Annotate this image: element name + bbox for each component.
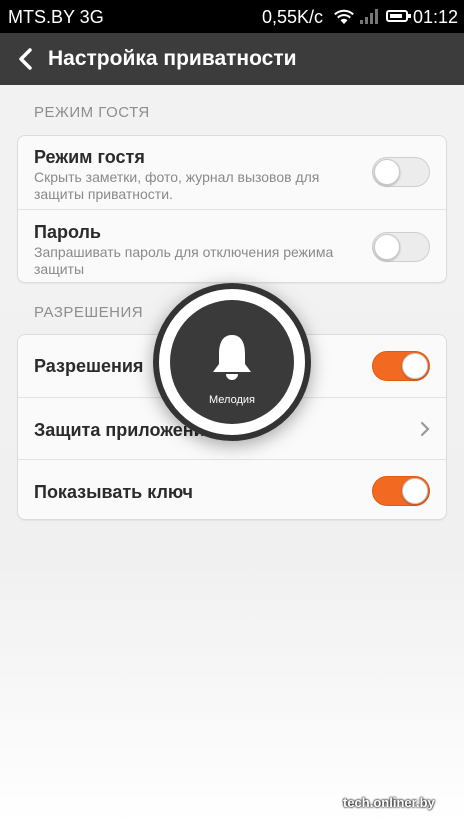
toggle-knob (402, 353, 428, 379)
network-speed: 0,55K/c (262, 7, 324, 27)
guest-mode-card: Режим гостя Скрыть заметки, фото, журнал… (17, 135, 447, 283)
wifi-icon (333, 9, 355, 30)
toggle-knob (374, 159, 400, 185)
show-key-toggle[interactable] (372, 476, 430, 506)
page-title: Настройка приватности (48, 47, 297, 70)
watermark: tech.onliner.by (343, 795, 435, 810)
setting-row-guest-mode[interactable]: Режим гостя Скрыть заметки, фото, журнал… (18, 136, 446, 209)
bell-icon (213, 335, 251, 380)
setting-title: Режим гостя (34, 147, 145, 167)
status-bar: MTS.BY 3G 0,55K/c 01:12 (0, 0, 464, 33)
chevron-right-icon (420, 421, 430, 437)
setting-subtitle: Скрыть заметки, фото, журнал вызовов для… (34, 169, 320, 202)
setting-title: Показывать ключ (34, 482, 194, 502)
toggle-knob (374, 234, 400, 260)
guest-mode-toggle[interactable] (372, 157, 430, 187)
back-button[interactable] (10, 41, 44, 77)
chevron-left-icon (19, 48, 32, 70)
setting-title: Разрешения (34, 356, 144, 376)
setting-title: Пароль (34, 222, 101, 242)
section-header-permissions: РАЗРЕШЕНИЯ (34, 304, 144, 321)
section-header-guest-mode: РЕЖИМ ГОСТЯ (34, 104, 150, 121)
setting-row-password[interactable]: Пароль Запрашивать пароль для отключения… (18, 209, 446, 283)
app-bar: Настройка приватности (0, 33, 464, 85)
password-toggle[interactable] (372, 232, 430, 262)
clock: 01:12 (413, 7, 459, 27)
signal-icon (360, 8, 380, 29)
carrier-label: MTS.BY 3G (8, 7, 104, 27)
toggle-knob (402, 478, 428, 504)
setting-row-show-key[interactable]: Показывать ключ (18, 459, 446, 522)
battery-icon (386, 10, 411, 22)
sound-mode-label: Мелодия (209, 394, 255, 406)
sound-mode-overlay: Мелодия (153, 283, 311, 441)
setting-subtitle: Запрашивать пароль для отключения режима… (34, 244, 334, 277)
permissions-toggle[interactable] (372, 351, 430, 381)
sound-mode-indicator: Мелодия (170, 300, 294, 424)
